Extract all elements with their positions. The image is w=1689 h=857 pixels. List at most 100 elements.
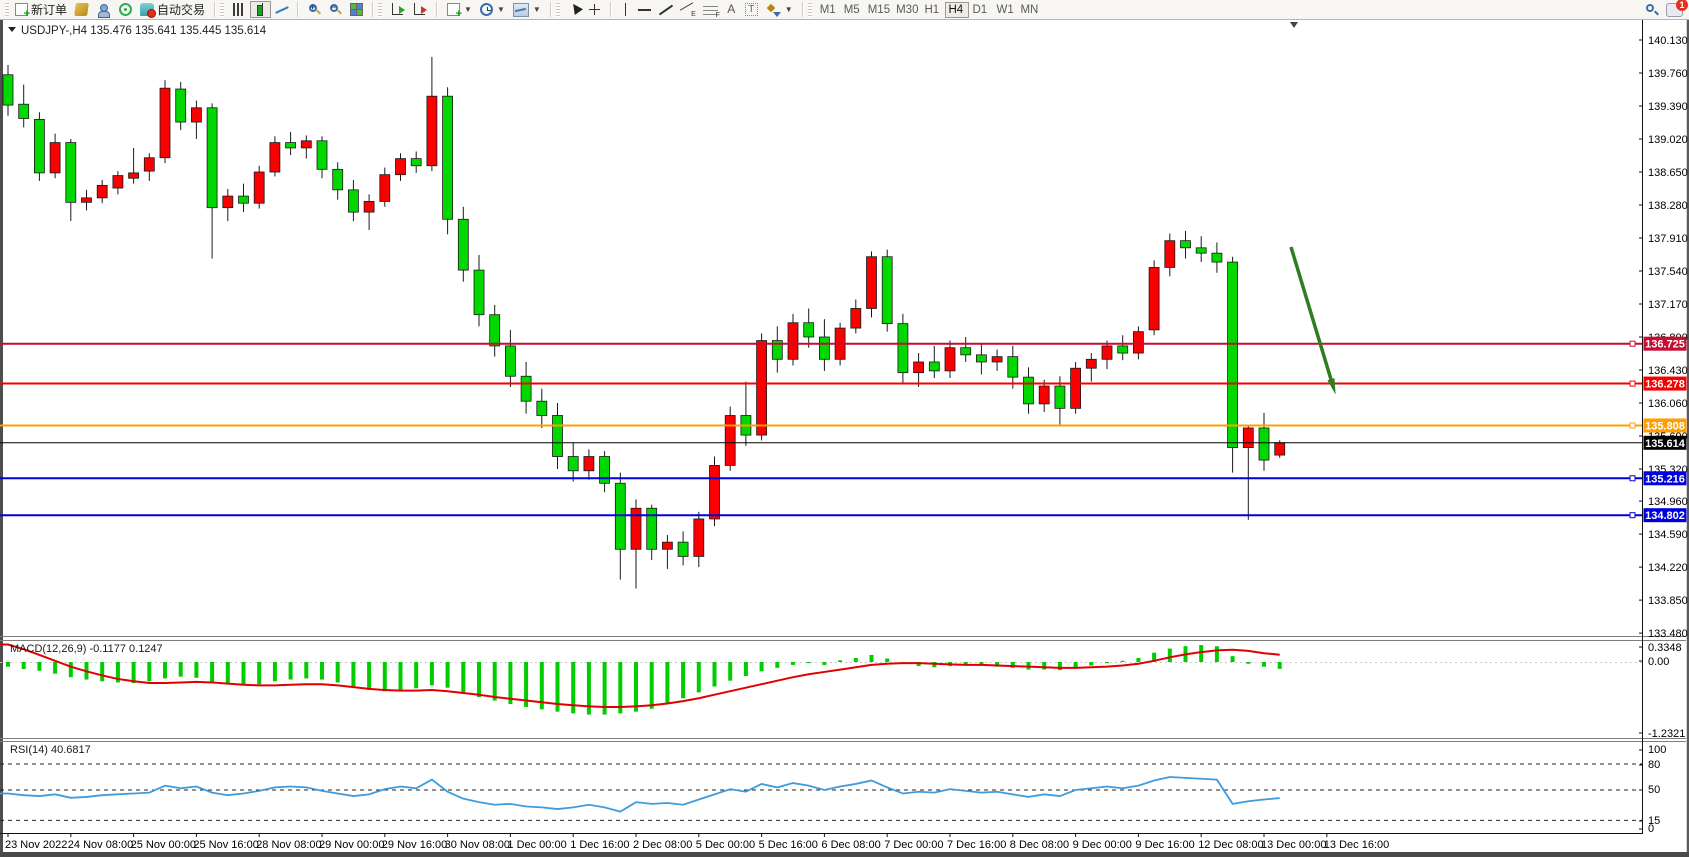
arrows-button[interactable]: ▼: [762, 1, 797, 18]
svg-text:12 Dec 08:00: 12 Dec 08:00: [1198, 839, 1263, 851]
crosshair-button[interactable]: [584, 1, 605, 18]
text-label-icon: T: [745, 3, 758, 16]
notifications-icon[interactable]: 1: [1666, 3, 1683, 17]
svg-text:136.060: 136.060: [1648, 398, 1688, 410]
svg-text:30 Nov 08:00: 30 Nov 08:00: [445, 839, 510, 851]
text-button[interactable]: A: [722, 1, 741, 18]
chart-shift-icon: [413, 3, 427, 16]
bar-chart-icon: [233, 3, 246, 16]
search-icon[interactable]: [1645, 3, 1658, 16]
svg-text:135.614: 135.614: [1645, 438, 1686, 450]
svg-text:1 Dec 00:00: 1 Dec 00:00: [507, 839, 566, 851]
window-bottom-border: [0, 852, 1689, 857]
periods-button[interactable]: ▼: [476, 1, 509, 18]
chart-canvas[interactable]: 140.130139.760139.390139.020138.650138.2…: [0, 0, 1689, 857]
svg-text:13 Dec 16:00: 13 Dec 16:00: [1324, 839, 1389, 851]
svg-text:7 Dec 00:00: 7 Dec 00:00: [884, 839, 943, 851]
fibonacci-button[interactable]: [699, 1, 722, 18]
svg-text:135.216: 135.216: [1645, 473, 1685, 485]
new-order-button[interactable]: + 新订单: [11, 1, 71, 18]
svg-text:0: 0: [1648, 823, 1654, 835]
svg-text:29 Nov 16:00: 29 Nov 16:00: [382, 839, 447, 851]
svg-text:134.590: 134.590: [1648, 529, 1688, 541]
svg-text:139.020: 139.020: [1648, 134, 1688, 146]
timeframe-M1[interactable]: M1: [817, 2, 841, 18]
vertical-line-icon: [621, 3, 630, 16]
tile-windows-button[interactable]: [346, 1, 367, 18]
svg-text:9 Dec 16:00: 9 Dec 16:00: [1135, 839, 1194, 851]
svg-text:134.220: 134.220: [1648, 562, 1688, 574]
signal-icon: [119, 3, 132, 16]
svg-text:136.430: 136.430: [1648, 365, 1688, 377]
chart-title: USDJPY-,H4 135.476 135.641 135.445 135.6…: [8, 25, 267, 37]
svg-text:136.725: 136.725: [1645, 339, 1685, 351]
autotrade-button[interactable]: 自动交易: [136, 1, 209, 18]
signal-button[interactable]: [115, 1, 136, 18]
chart-shift-button[interactable]: [409, 1, 431, 18]
svg-text:9 Dec 00:00: 9 Dec 00:00: [1073, 839, 1132, 851]
svg-text:-1.2321: -1.2321: [1648, 728, 1685, 740]
svg-text:USDJPY-,H4 135.476 135.641 13: USDJPY-,H4 135.476 135.641 135.445 135.6…: [21, 25, 267, 37]
line-chart-icon: [275, 3, 288, 16]
svg-text:2 Dec 08:00: 2 Dec 08:00: [633, 839, 692, 851]
svg-text:80: 80: [1648, 759, 1660, 771]
timeframe-M5[interactable]: M5: [841, 2, 865, 18]
sound-button[interactable]: [71, 1, 92, 18]
arrows-icon: [766, 3, 781, 17]
svg-text:8 Dec 08:00: 8 Dec 08:00: [1010, 839, 1069, 851]
bar-chart-button[interactable]: [229, 1, 250, 18]
zoom-in-button[interactable]: +: [304, 1, 325, 18]
svg-text:135.808: 135.808: [1645, 420, 1685, 432]
timeframe-M30[interactable]: M30: [893, 2, 921, 18]
sound-icon: [74, 3, 89, 16]
timeframe-H1[interactable]: H1: [921, 2, 945, 18]
timeframe-W1[interactable]: W1: [993, 2, 1017, 18]
timeframe-H4[interactable]: H4: [945, 2, 969, 18]
new-order-icon: +: [15, 3, 28, 16]
candlestick-icon: [254, 3, 267, 16]
svg-text:134.802: 134.802: [1645, 510, 1685, 522]
svg-text:136.278: 136.278: [1645, 379, 1685, 391]
horizontal-line-button[interactable]: [634, 1, 655, 18]
periods-icon: [480, 3, 493, 16]
candlestick-button[interactable]: [250, 1, 271, 18]
text-icon: A: [726, 3, 737, 17]
tile-windows-icon: [350, 3, 363, 16]
timeframe-D1[interactable]: D1: [969, 2, 993, 18]
svg-text:29 Nov 00:00: 29 Nov 00:00: [319, 839, 384, 851]
svg-text:50: 50: [1648, 784, 1660, 796]
profile-button[interactable]: [92, 1, 115, 18]
cursor-button[interactable]: [565, 1, 584, 18]
zoom-in-icon: +: [308, 3, 321, 16]
svg-text:25 Nov 00:00: 25 Nov 00:00: [131, 839, 196, 851]
horizontal-line-icon: [638, 3, 651, 16]
timeframe-MN[interactable]: MN: [1017, 2, 1041, 18]
svg-text:133.850: 133.850: [1648, 595, 1688, 607]
vertical-line-button[interactable]: [617, 1, 634, 18]
fibonacci-icon: [703, 3, 718, 16]
timeframe-group: M1M5M15M30H1H4D1W1MN: [814, 0, 1045, 19]
channel-button[interactable]: [676, 1, 699, 18]
zoom-out-button[interactable]: −: [325, 1, 346, 18]
svg-text:MACD(12,26,9) -0.1177 0.1247: MACD(12,26,9) -0.1177 0.1247: [10, 643, 163, 655]
svg-text:5 Dec 00:00: 5 Dec 00:00: [696, 839, 755, 851]
text-label-button[interactable]: T: [741, 1, 762, 18]
timeframe-M15[interactable]: M15: [865, 2, 893, 18]
svg-text:138.280: 138.280: [1648, 200, 1688, 212]
toolbar-grip[interactable]: [5, 3, 9, 17]
autoscroll-button[interactable]: [387, 1, 409, 18]
mt4-window: { "toolbar": { "new_order_label": "新订单",…: [0, 0, 1689, 857]
autotrade-icon: [140, 3, 154, 16]
svg-text:139.760: 139.760: [1648, 68, 1688, 80]
svg-text:1 Dec 16:00: 1 Dec 16:00: [570, 839, 629, 851]
trendline-button[interactable]: [655, 1, 676, 18]
svg-text:RSI(14) 40.6817: RSI(14) 40.6817: [10, 744, 91, 756]
svg-text:0.00: 0.00: [1648, 656, 1669, 668]
indicators-icon: +: [447, 3, 460, 16]
zoom-out-icon: −: [329, 3, 342, 16]
indicators-button[interactable]: +▼: [443, 1, 476, 18]
crosshair-icon: [588, 3, 601, 16]
svg-text:137.170: 137.170: [1648, 299, 1688, 311]
templates-button[interactable]: ▼: [509, 1, 545, 18]
line-chart-button[interactable]: [271, 1, 292, 18]
